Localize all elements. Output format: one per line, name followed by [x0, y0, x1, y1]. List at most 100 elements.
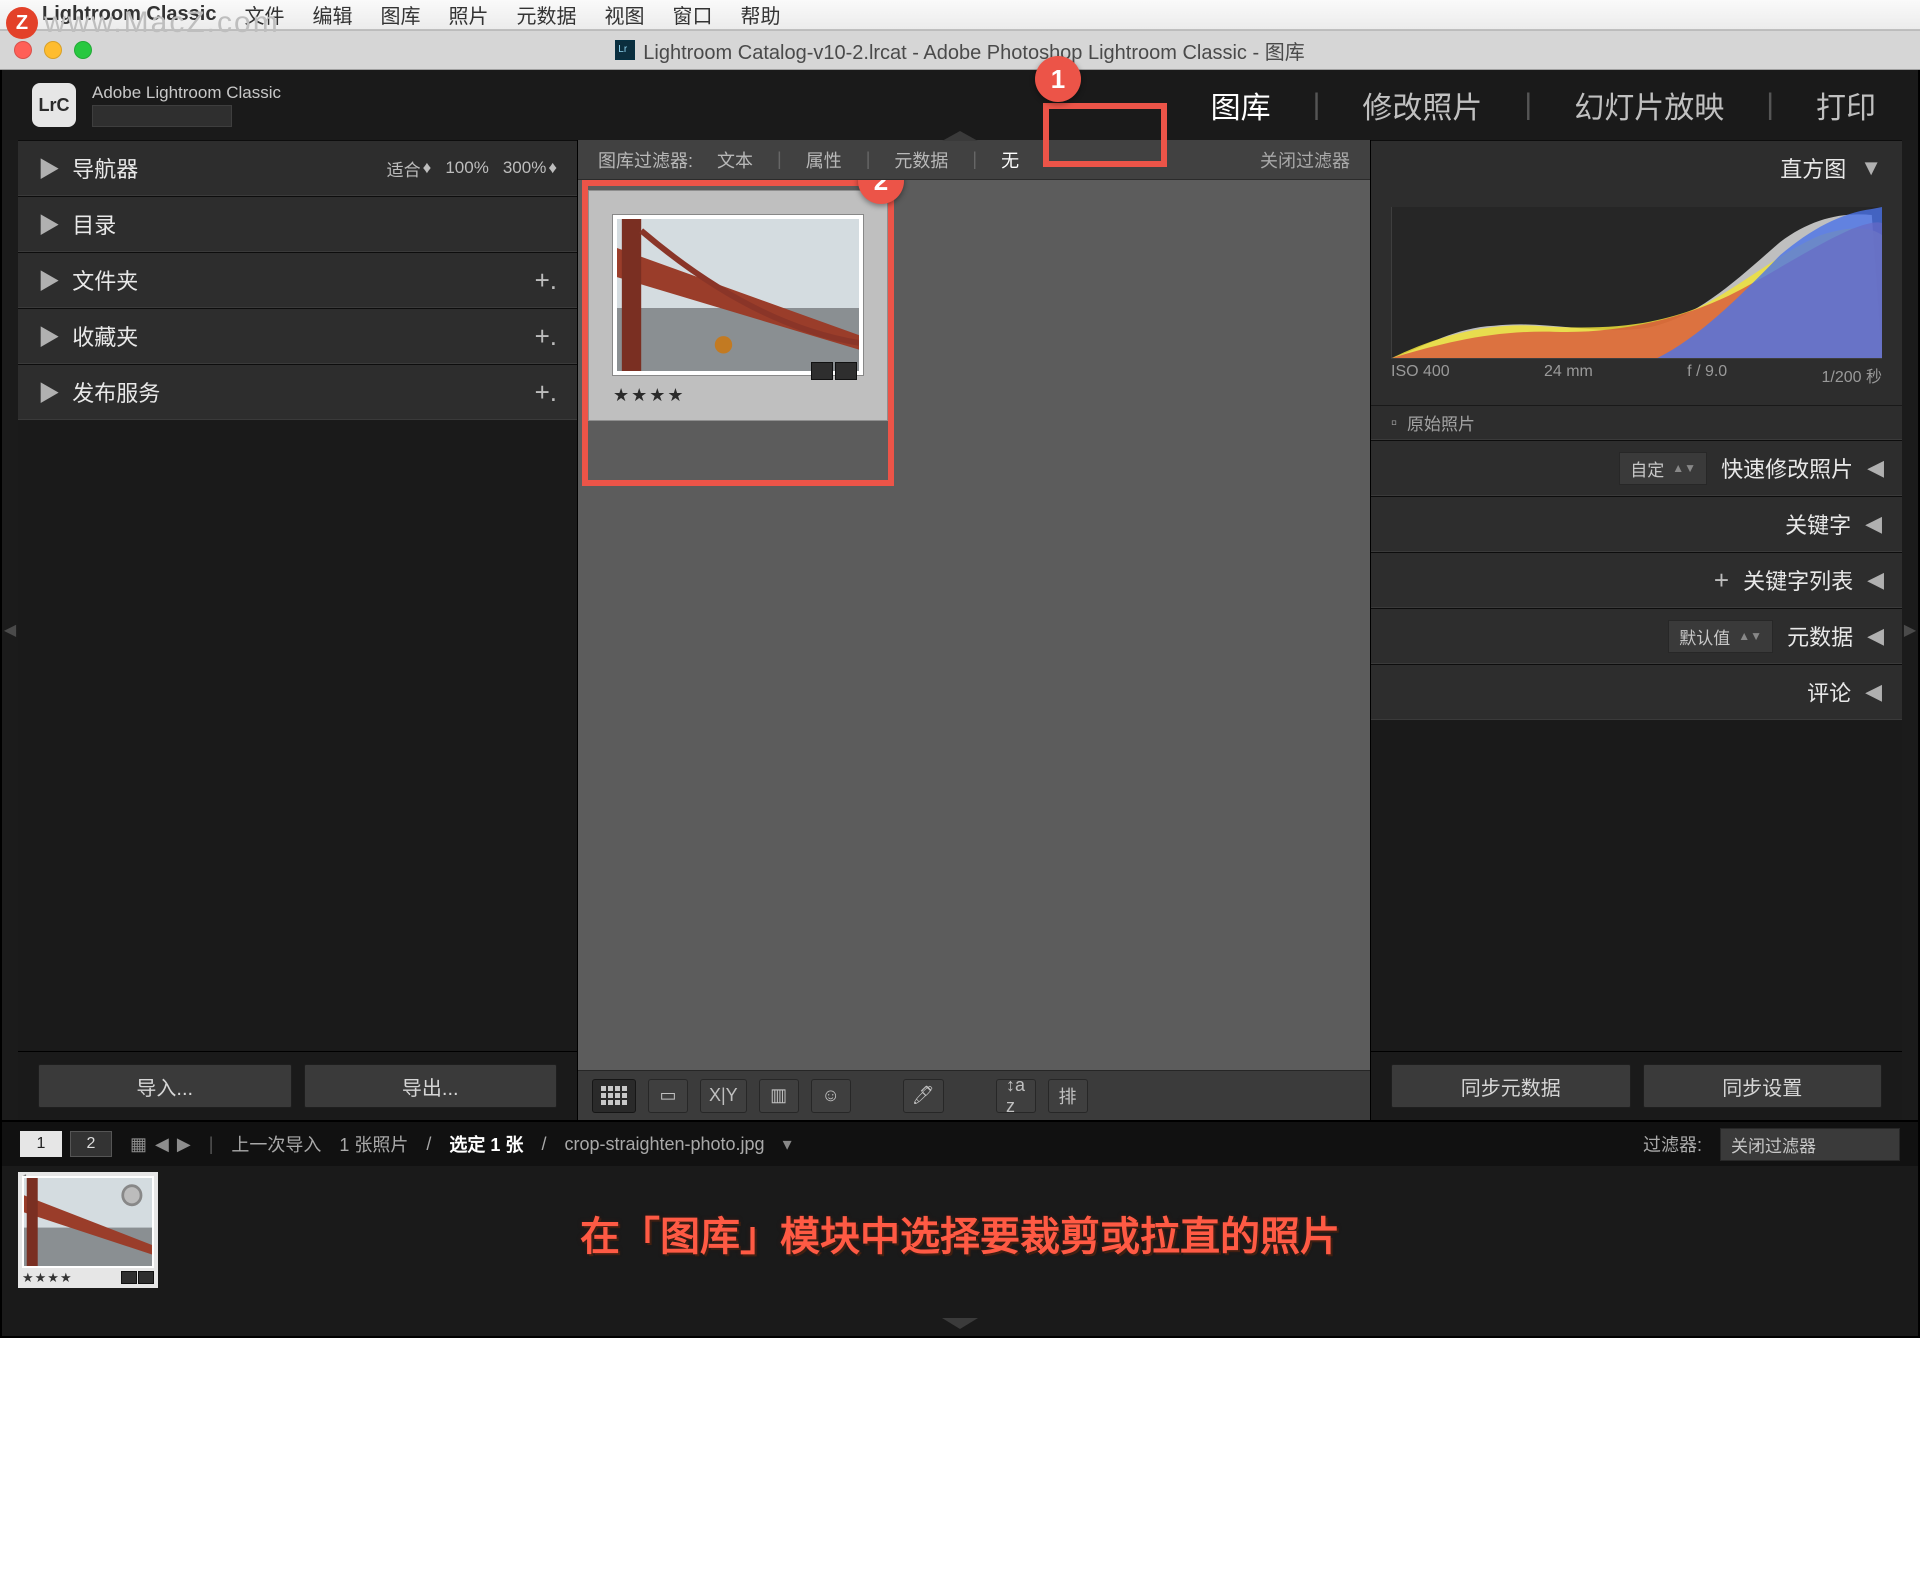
window-close-button[interactable]: [14, 41, 32, 59]
module-print[interactable]: 打印: [1804, 77, 1888, 133]
panel-comments[interactable]: 评论◀: [1371, 665, 1902, 719]
prev-photo-button[interactable]: ◀: [155, 1134, 169, 1155]
people-view-button[interactable]: ☺: [811, 1079, 851, 1113]
window-minimize-button[interactable]: [44, 41, 62, 59]
filmstrip-stars[interactable]: ★★★★: [22, 1270, 73, 1286]
panel-title: 导航器: [72, 157, 138, 182]
add-folder-button[interactable]: +.: [535, 265, 557, 296]
module-slideshow[interactable]: 幻灯片放映: [1562, 77, 1736, 133]
loupe-view-button[interactable]: ▭: [648, 1079, 688, 1113]
badge-icon: [121, 1271, 137, 1284]
panel-folders[interactable]: ▶ 文件夹+.: [18, 253, 577, 307]
breadcrumb-menu-icon[interactable]: ▾: [783, 1134, 792, 1155]
filter-text[interactable]: 文本: [717, 147, 753, 173]
center-toolbar: ▭ X|Y ▥ ☺ 🖊 ↕az 排: [578, 1070, 1370, 1120]
original-photo-row[interactable]: ▫原始照片: [1371, 405, 1902, 439]
left-panel-toggle[interactable]: ◀: [2, 140, 18, 1120]
identity-plate[interactable]: [92, 105, 232, 127]
panel-histogram[interactable]: 直方图▼: [1371, 141, 1902, 195]
badge-icon: [138, 1271, 154, 1284]
histogram-graph: [1392, 207, 1882, 358]
import-button[interactable]: 导入...: [38, 1064, 292, 1108]
panel-title: 元数据: [1787, 620, 1853, 652]
filter-metadata[interactable]: 元数据: [894, 147, 948, 173]
add-keyword-button[interactable]: +: [1714, 565, 1729, 596]
survey-view-button[interactable]: ▥: [759, 1079, 799, 1113]
second-display-button[interactable]: 2: [70, 1131, 112, 1157]
breadcrumb-source[interactable]: 上一次导入: [231, 1131, 321, 1157]
painter-tool[interactable]: 🖊: [903, 1079, 944, 1113]
menu-window[interactable]: 窗口: [672, 0, 712, 29]
filter-none[interactable]: 无: [1001, 147, 1019, 173]
histogram[interactable]: ISO 400 24 mm f / 9.0 1/200 秒: [1371, 195, 1902, 405]
panel-collections[interactable]: ▶ 收藏夹+.: [18, 309, 577, 363]
panel-navigator[interactable]: ▶ 导航器 适合♦ 100% 300%♦: [18, 141, 577, 195]
grid-shortcut-icon[interactable]: ▦: [130, 1134, 147, 1155]
panel-quickdevelop[interactable]: 自定▲▼ 快速修改照片◀: [1371, 441, 1902, 495]
badge-crop-icon: [811, 362, 833, 380]
thumbnail-cell[interactable]: ★★★★: [588, 190, 888, 421]
module-develop[interactable]: 修改照片: [1350, 77, 1494, 133]
sync-settings-button[interactable]: 同步设置: [1643, 1064, 1883, 1108]
panel-keywordlist[interactable]: + 关键字列表◀: [1371, 553, 1902, 607]
panel-title: 收藏夹: [72, 325, 138, 350]
rating-stars[interactable]: ★★★★: [613, 385, 863, 406]
histogram-iso: ISO 400: [1391, 363, 1450, 387]
badge-develop-icon: [835, 362, 857, 380]
menu-view[interactable]: 视图: [604, 0, 644, 29]
compare-view-button[interactable]: X|Y: [700, 1079, 747, 1113]
metadata-preset-select[interactable]: 默认值▲▼: [1668, 620, 1773, 653]
menu-photo[interactable]: 照片: [448, 0, 488, 29]
tutorial-caption: 在「图库」模块中选择要裁剪或拉直的照片: [2, 1204, 1918, 1262]
thumbnail-image[interactable]: [613, 215, 863, 375]
panel-title: 目录: [72, 213, 116, 238]
menu-edit[interactable]: 编辑: [312, 0, 352, 29]
window-zoom-button[interactable]: [74, 41, 92, 59]
grid-view-button[interactable]: [592, 1079, 636, 1113]
sort-label[interactable]: 排: [1048, 1079, 1088, 1113]
right-panels: 直方图▼ ISO 400 24 mm: [1370, 140, 1902, 1120]
watermark-badge: Z: [6, 7, 38, 39]
watermark: Z www.MacZ.com: [6, 6, 280, 40]
panel-title: 快速修改照片: [1721, 452, 1853, 484]
panel-publish[interactable]: ▶ 发布服务+.: [18, 365, 577, 419]
filmstrip-toggle[interactable]: [2, 1314, 1918, 1336]
menu-metadata[interactable]: 元数据: [516, 0, 576, 29]
panel-title: 发布服务: [72, 381, 160, 406]
main-display-button[interactable]: 1: [20, 1131, 62, 1157]
filmstrip-filter-label: 过滤器:: [1643, 1131, 1702, 1157]
app-header: LrC Adobe Lightroom Classic 图库 | 修改照片 | …: [2, 70, 1918, 140]
nav-fit[interactable]: 适合♦: [387, 156, 432, 181]
panel-metadata[interactable]: 默认值▲▼ 元数据◀: [1371, 609, 1902, 663]
panel-catalog[interactable]: ▶ 目录: [18, 197, 577, 251]
filter-off[interactable]: 关闭过滤器: [1260, 147, 1350, 173]
document-icon: [615, 40, 635, 60]
sync-metadata-button[interactable]: 同步元数据: [1391, 1064, 1631, 1108]
original-photo-label: 原始照片: [1407, 410, 1475, 435]
histogram-aperture: f / 9.0: [1687, 363, 1727, 387]
mac-menubar: Lightroom Classic 文件 编辑 图库 照片 元数据 视图 窗口 …: [0, 0, 1920, 30]
callout-1: 1: [1035, 56, 1081, 102]
separator: |: [1313, 88, 1321, 122]
menu-help[interactable]: 帮助: [740, 0, 780, 29]
quick-preset-select[interactable]: 自定▲▼: [1619, 452, 1707, 485]
filter-attribute[interactable]: 属性: [806, 147, 842, 173]
next-photo-button[interactable]: ▶: [177, 1134, 191, 1155]
grid-view[interactable]: ★★★★ 2: [578, 180, 1370, 1070]
right-panel-toggle[interactable]: ▶: [1902, 140, 1918, 1120]
sort-direction-button[interactable]: ↕az: [996, 1079, 1036, 1113]
window-title-text: Lightroom Catalog-v10-2.lrcat - Adobe Ph…: [643, 36, 1304, 65]
filmstrip[interactable]: 1 ★★★★ 在「图库」模块中选择要裁剪或拉直的照片: [2, 1166, 1918, 1314]
filmstrip-filter-select[interactable]: 关闭过滤器: [1720, 1128, 1900, 1161]
panel-keywording[interactable]: 关键字◀: [1371, 497, 1902, 551]
nav-zoom-300[interactable]: 300%♦: [503, 158, 557, 178]
breadcrumb-file: crop-straighten-photo.jpg: [564, 1134, 764, 1155]
breadcrumb-selected: 选定 1 张: [449, 1131, 523, 1157]
menu-library[interactable]: 图库: [380, 0, 420, 29]
breadcrumb-count: 1 张照片: [339, 1131, 408, 1157]
add-publish-button[interactable]: +.: [535, 377, 557, 408]
module-library[interactable]: 图库: [1199, 77, 1283, 133]
nav-zoom-100[interactable]: 100%: [445, 158, 488, 178]
export-button[interactable]: 导出...: [304, 1064, 558, 1108]
add-collection-button[interactable]: +.: [535, 321, 557, 352]
